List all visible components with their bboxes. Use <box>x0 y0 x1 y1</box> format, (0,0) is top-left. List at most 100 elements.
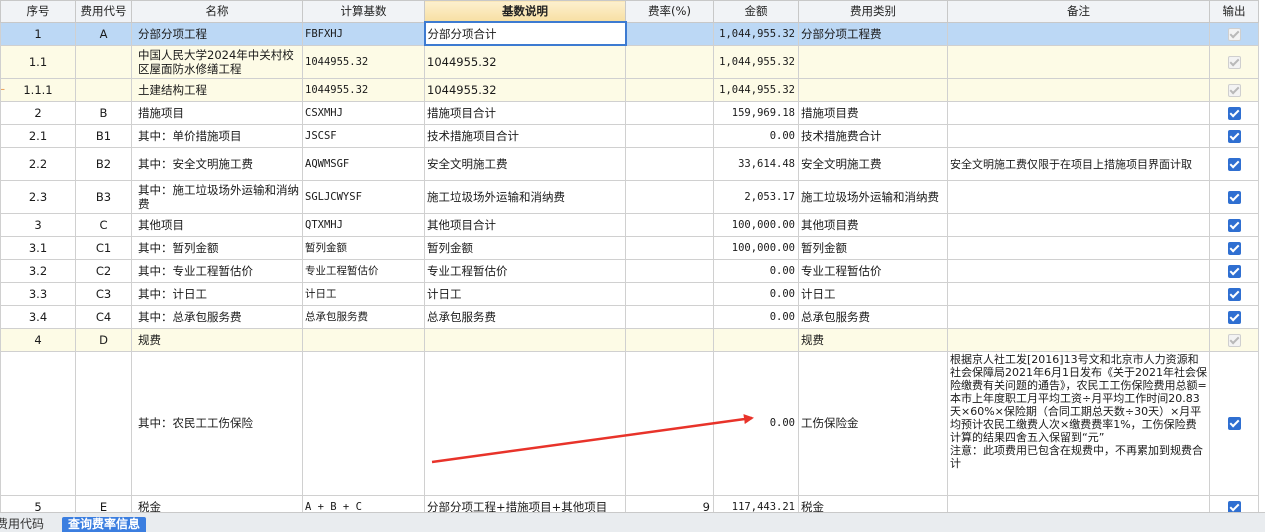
cell-code[interactable]: C4 <box>75 304 132 329</box>
cell-rate[interactable] <box>625 21 714 46</box>
table-row[interactable]: 2.1 B1 其中：单价措施项目 JSCSF 技术措施项目合计 0.00 技术措施费合计 <box>0 123 1259 148</box>
cell-desc[interactable]: 1044955.32 <box>424 77 626 102</box>
cell-rate[interactable] <box>625 77 714 102</box>
checkbox-checked-icon[interactable] <box>1227 500 1241 512</box>
cell-seq[interactable]: 5 <box>0 494 76 512</box>
cell-seq[interactable]: 3.1 <box>0 235 76 260</box>
cell-basis[interactable]: 计日工 <box>302 281 425 306</box>
cell-name[interactable]: 税金 <box>131 494 303 512</box>
cell-amount[interactable]: 2,053.17 <box>713 179 799 214</box>
cell-code[interactable]: C3 <box>75 281 132 306</box>
cell-note[interactable] <box>947 258 1210 283</box>
cell-seq[interactable]: 1 <box>0 21 76 46</box>
cell-output[interactable] <box>1209 235 1259 260</box>
cell-amount[interactable]: 0.00 <box>713 123 799 148</box>
cell-output[interactable] <box>1209 77 1259 102</box>
cell-desc[interactable]: 其他项目合计 <box>424 212 626 237</box>
checkbox-checked-icon[interactable] <box>1227 218 1241 232</box>
cell-output[interactable] <box>1209 281 1259 306</box>
cell-desc[interactable]: 措施项目合计 <box>424 100 626 125</box>
cell-desc[interactable] <box>424 327 626 352</box>
cell-note[interactable] <box>947 123 1210 148</box>
cell-basis[interactable] <box>302 350 425 496</box>
cell-output[interactable] <box>1209 44 1259 79</box>
cell-rate[interactable] <box>625 327 714 352</box>
cell-code[interactable]: E <box>75 494 132 512</box>
cell-basis[interactable]: 暂列金额 <box>302 235 425 260</box>
cell-code[interactable] <box>75 350 132 496</box>
table-row[interactable]: 2.3 B3 其中：施工垃圾场外运输和消纳费 SGLJCWYSF 施工垃圾场外运输和消纳… <box>0 179 1259 214</box>
cell-rate[interactable] <box>625 146 714 181</box>
col-header-amount[interactable]: 金额 <box>713 0 799 23</box>
cell-basis[interactable]: 1044955.32 <box>302 44 425 79</box>
cell-basis[interactable]: A + B + C <box>302 494 425 512</box>
cell-rate[interactable] <box>625 304 714 329</box>
cell-basis[interactable]: 总承包服务费 <box>302 304 425 329</box>
col-header-rate[interactable]: 费率(%) <box>625 0 714 23</box>
cell-output[interactable] <box>1209 494 1259 512</box>
cell-category[interactable] <box>798 77 948 102</box>
checkbox-checked-icon[interactable] <box>1227 129 1241 143</box>
table-row[interactable]: 1 A 分部分项工程 FBFXHJ 分部分项合计 1,044,955.32 分部分项工程费 <box>0 21 1259 46</box>
cell-name[interactable]: 分部分项工程 <box>131 21 303 46</box>
cell-note[interactable]: 根据京人社工发[2016]13号文和北京市人力资源和社会保障局2021年6月1日… <box>947 350 1210 496</box>
cell-output[interactable] <box>1209 350 1259 496</box>
cell-name[interactable]: 中国人民大学2024年中关村校区屋面防水修缮工程 <box>131 44 303 79</box>
table-row[interactable]: 3.1 C1 其中：暂列金额 暂列金额 暂列金额 100,000.00 暂列金额 <box>0 235 1259 260</box>
cell-desc[interactable]: 1044955.32 <box>424 44 626 79</box>
cell-code[interactable] <box>75 44 132 79</box>
cell-amount[interactable]: 1,044,955.32 <box>713 44 799 79</box>
table-row[interactable]: 其中：农民工工伤保险 0.00 工伤保险金 根据京人社工发[2016]13号文和北京市… <box>0 350 1259 496</box>
cell-rate[interactable] <box>625 100 714 125</box>
cell-seq[interactable] <box>0 350 76 496</box>
cell-desc[interactable]: 分部分项工程+措施项目+其他项目 <box>424 494 626 512</box>
col-header-basis[interactable]: 计算基数 <box>302 0 425 23</box>
col-header-seq[interactable]: 序号 <box>0 0 76 23</box>
cell-category[interactable]: 专业工程暂估价 <box>798 258 948 283</box>
cell-category[interactable]: 总承包服务费 <box>798 304 948 329</box>
table-row[interactable]: 1.1 中国人民大学2024年中关村校区屋面防水修缮工程 1044955.32 104… <box>0 44 1259 79</box>
cell-note[interactable] <box>947 21 1210 46</box>
col-header-name[interactable]: 名称 <box>131 0 303 23</box>
col-header-note[interactable]: 备注 <box>947 0 1210 23</box>
tab-fee-code[interactable]: 费用代码 <box>0 517 51 532</box>
cell-note[interactable] <box>947 235 1210 260</box>
cell-seq[interactable]: 2.1 <box>0 123 76 148</box>
cell-output[interactable] <box>1209 146 1259 181</box>
table-row[interactable]: 3.2 C2 其中：专业工程暂估价 专业工程暂估价 专业工程暂估价 0.00 专业工程暂估价 <box>0 258 1259 283</box>
cell-seq[interactable]: – 1.1.1 <box>0 77 76 102</box>
cell-code[interactable]: B1 <box>75 123 132 148</box>
cell-name[interactable]: 其中：计日工 <box>131 281 303 306</box>
cell-name[interactable]: 其中：专业工程暂估价 <box>131 258 303 283</box>
cell-desc[interactable]: 专业工程暂估价 <box>424 258 626 283</box>
cell-amount[interactable]: 1,044,955.32 <box>713 21 799 46</box>
cell-category[interactable]: 工伤保险金 <box>798 350 948 496</box>
checkbox-checked-icon[interactable] <box>1227 310 1241 324</box>
cell-desc[interactable]: 总承包服务费 <box>424 304 626 329</box>
cell-category[interactable]: 暂列金额 <box>798 235 948 260</box>
cell-amount[interactable]: 117,443.21 <box>713 494 799 512</box>
cell-note[interactable] <box>947 44 1210 79</box>
table-row[interactable]: 4 D 规费 规费 <box>0 327 1259 352</box>
cell-seq[interactable]: 3.4 <box>0 304 76 329</box>
cell-seq[interactable]: 3.3 <box>0 281 76 306</box>
cell-code[interactable]: B <box>75 100 132 125</box>
cell-rate[interactable] <box>625 44 714 79</box>
table-row[interactable]: 3.3 C3 其中：计日工 计日工 计日工 0.00 计日工 <box>0 281 1259 306</box>
table-row[interactable]: 2.2 B2 其中：安全文明施工费 AQWMSGF 安全文明施工费 33,614.48 安全… <box>0 146 1259 181</box>
cell-code[interactable]: B2 <box>75 146 132 181</box>
cell-rate[interactable] <box>625 235 714 260</box>
cell-basis[interactable]: CSXMHJ <box>302 100 425 125</box>
cell-category[interactable]: 计日工 <box>798 281 948 306</box>
cell-name[interactable]: 措施项目 <box>131 100 303 125</box>
cell-rate[interactable] <box>625 212 714 237</box>
cell-category[interactable]: 技术措施费合计 <box>798 123 948 148</box>
checkbox-checked-icon[interactable] <box>1227 190 1241 204</box>
checkbox-checked-icon[interactable] <box>1227 241 1241 255</box>
cell-seq[interactable]: 2 <box>0 100 76 125</box>
checkbox-checked-icon[interactable] <box>1227 417 1241 430</box>
cell-basis[interactable]: JSCSF <box>302 123 425 148</box>
cell-code[interactable] <box>75 77 132 102</box>
cell-amount[interactable]: 1,044,955.32 <box>713 77 799 102</box>
cell-desc[interactable]: 计日工 <box>424 281 626 306</box>
